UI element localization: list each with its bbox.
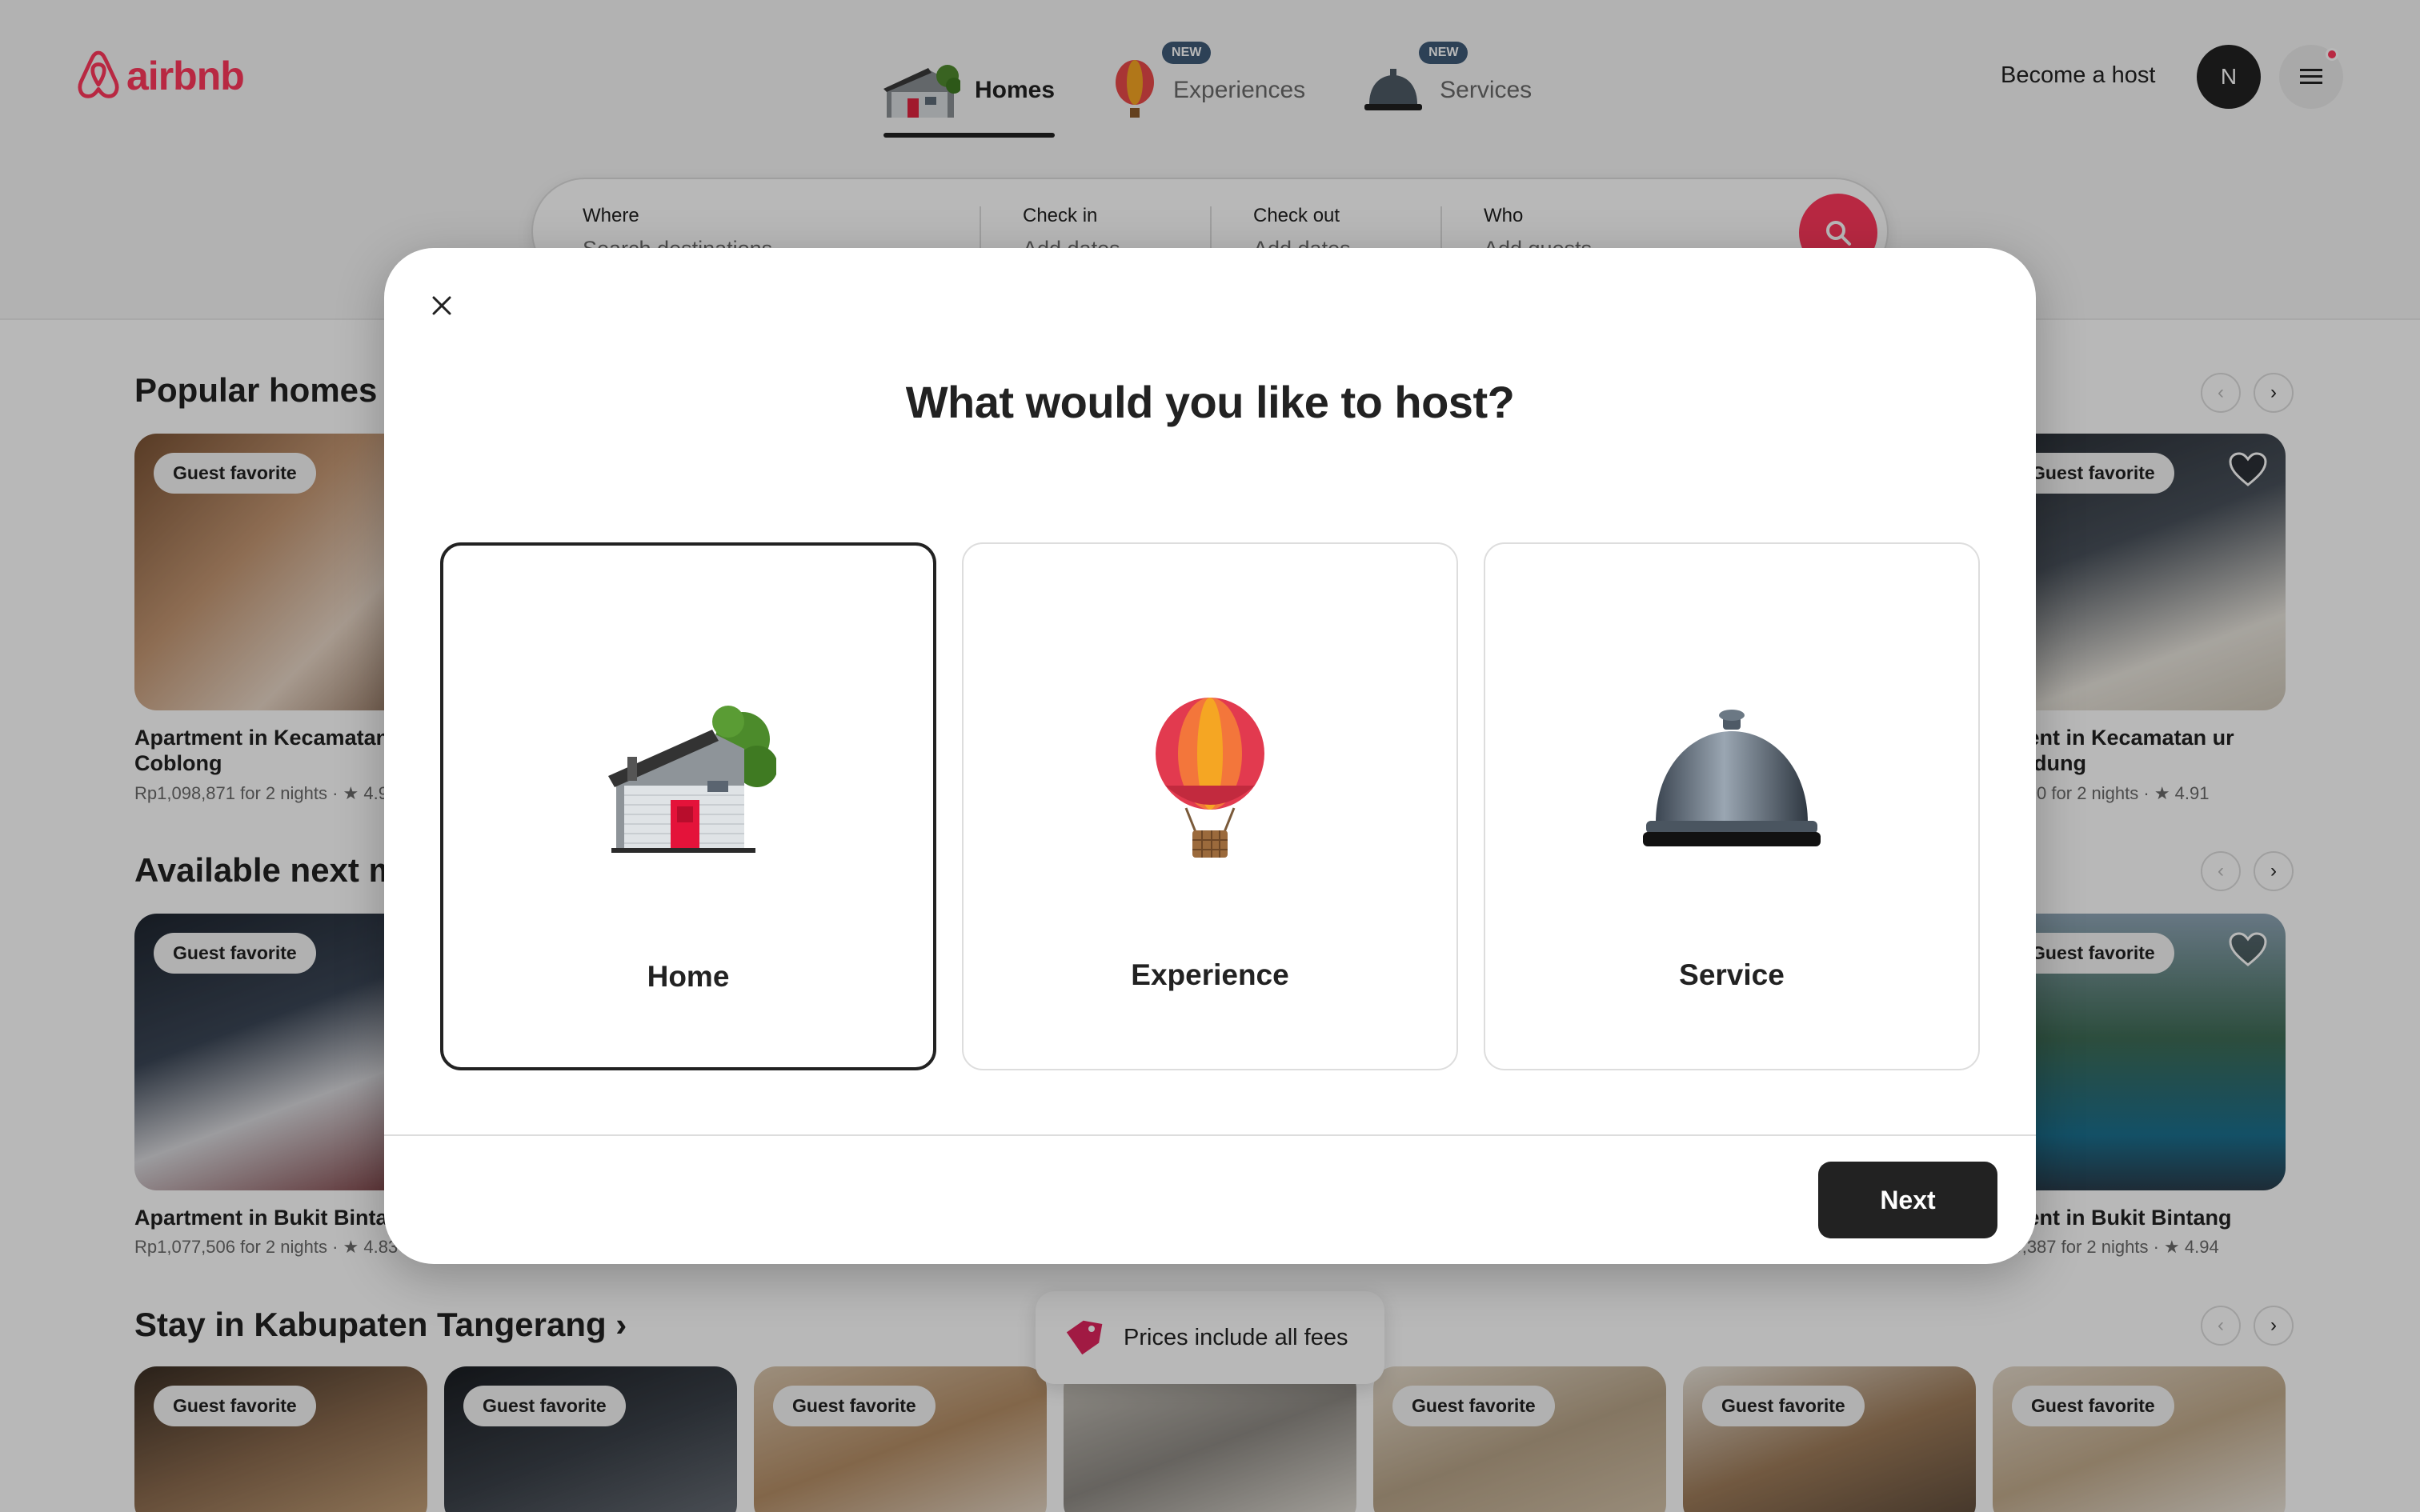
modal-footer-divider xyxy=(384,1134,2036,1136)
house-icon xyxy=(443,698,933,874)
option-home[interactable]: Home xyxy=(440,542,936,1070)
option-service[interactable]: Service xyxy=(1484,542,1980,1070)
modal-title: What would you like to host? xyxy=(905,377,1515,427)
option-experience[interactable]: Experience xyxy=(962,542,1458,1070)
option-home-label: Home xyxy=(647,960,730,993)
service-bell-icon xyxy=(1485,696,1978,872)
hot-air-balloon-icon xyxy=(964,696,1456,872)
close-button[interactable] xyxy=(416,280,467,331)
next-button[interactable]: Next xyxy=(1818,1162,1997,1238)
host-type-modal: What would you like to host? Home Experi… xyxy=(384,248,2036,1264)
option-service-label: Service xyxy=(1679,958,1785,991)
option-experience-label: Experience xyxy=(1131,958,1289,991)
close-icon xyxy=(432,296,451,315)
